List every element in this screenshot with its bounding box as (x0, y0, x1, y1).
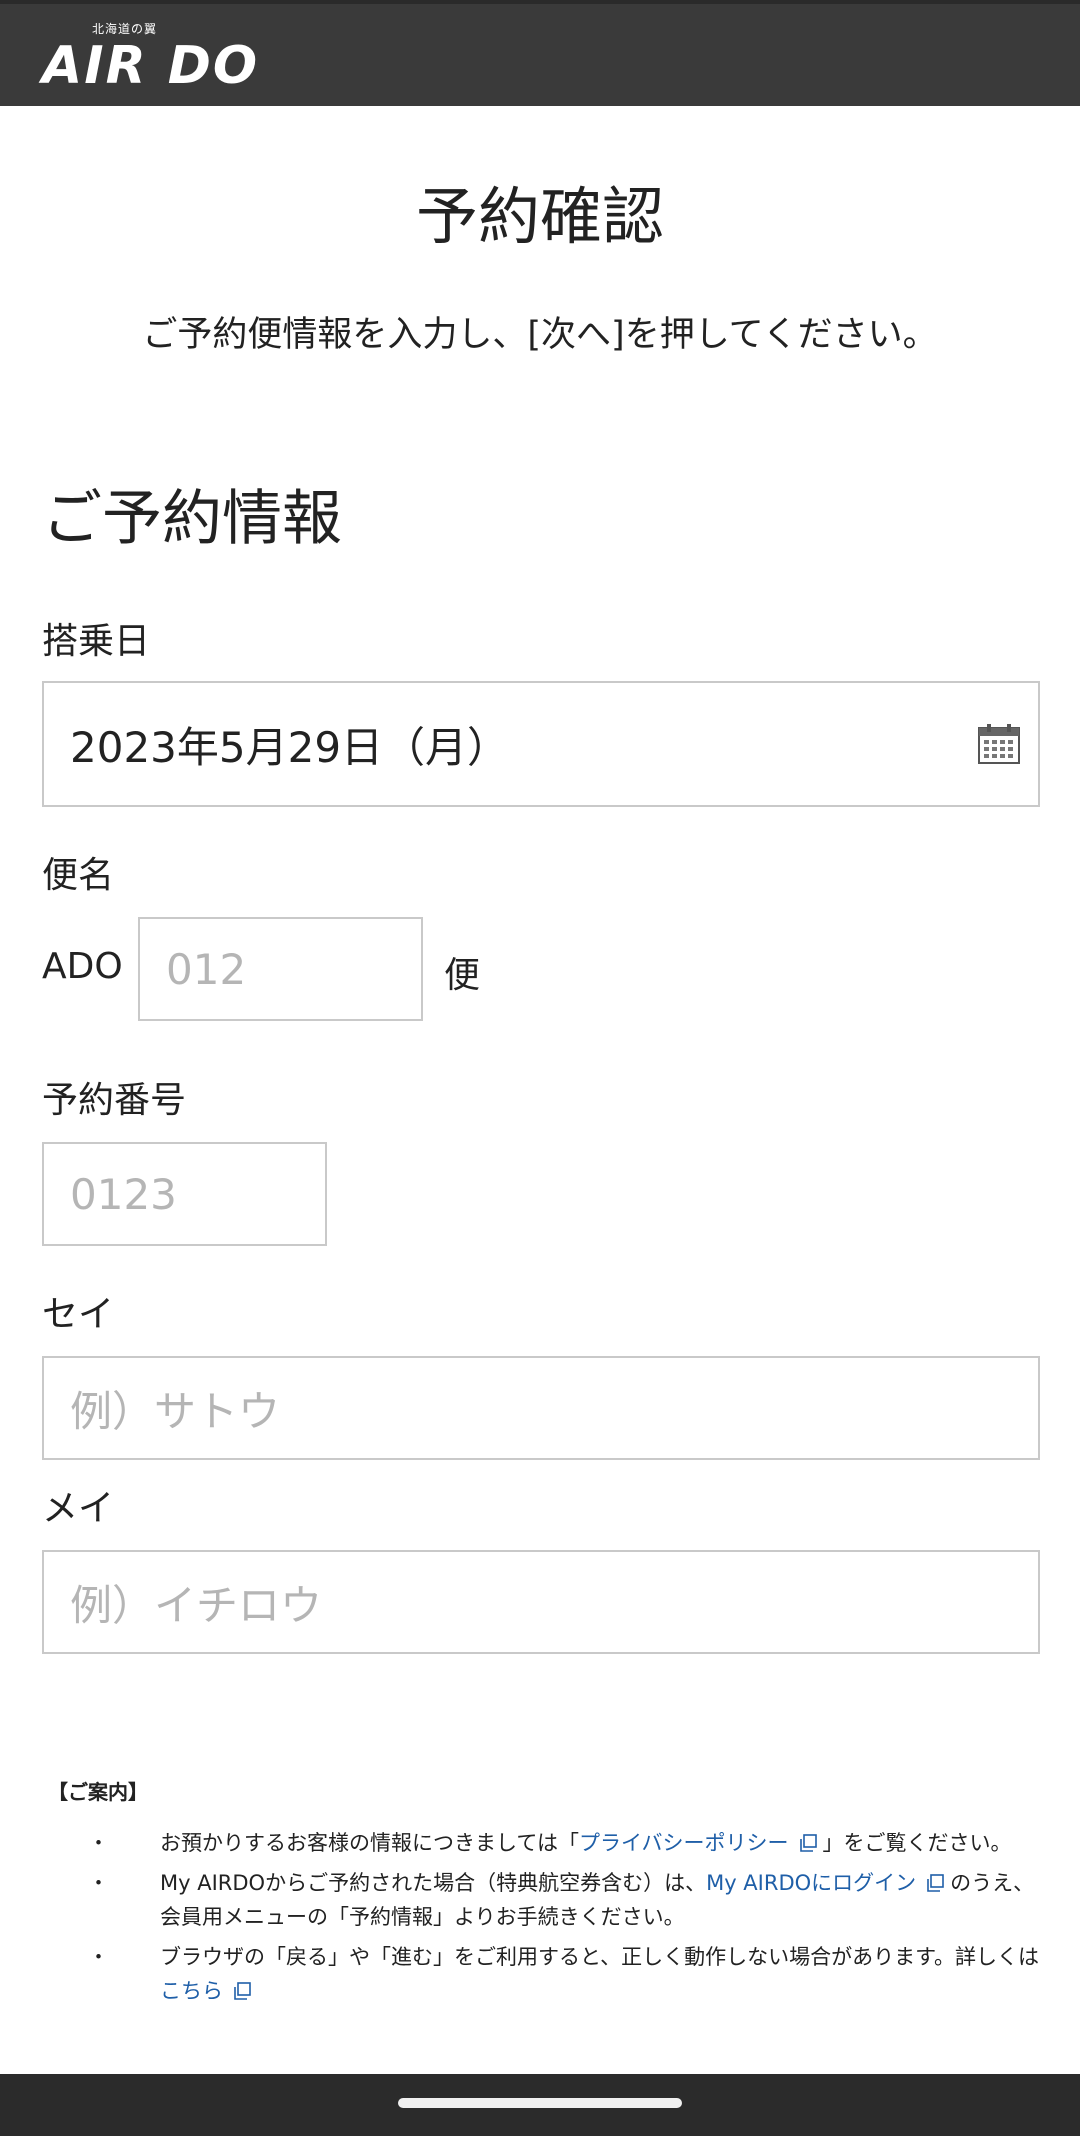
page-title: 予約確認 (415, 180, 664, 253)
reservation-number-placeholder: 0123 (70, 1169, 177, 1219)
bullet: ・ (88, 1945, 109, 1969)
reservation-number-label: 予約番号 (42, 1080, 187, 1121)
notice-text: ブラウザの「戻る」や「進む」をご利用すると、正しく動作しない場合があります。詳し… (160, 1945, 1040, 2003)
privacy-policy-link[interactable]: プライバシーポリシー (579, 1831, 789, 1855)
section-title: ご予約情報 (42, 484, 342, 554)
flight-number-label: 便名 (42, 855, 115, 896)
app-header: 北海道の翼 AIR DO (0, 0, 1080, 106)
bullet: ・ (88, 1831, 109, 1855)
my-airdo-login-link[interactable]: My AIRDOにログイン (706, 1871, 916, 1895)
flight-number-placeholder: 012 (166, 944, 247, 994)
sei-placeholder: 例）サトウ (70, 1386, 281, 1436)
flight-suffix: 便 (444, 955, 481, 996)
notice-title: 【ご案内】 (48, 1780, 148, 1804)
sei-label: セイ (42, 1294, 115, 1335)
external-link-icon (799, 1834, 817, 1852)
home-indicator[interactable] (398, 2098, 682, 2108)
external-link-icon (234, 1982, 251, 2000)
logo-text: AIR DO (42, 36, 260, 96)
mei-input[interactable]: 例）イチロウ (42, 1550, 1040, 1654)
flight-number-input[interactable]: 012 (138, 917, 423, 1021)
instruction-text: ご予約便情報を入力し、[次へ]を押してください。 (142, 315, 938, 355)
mei-label: メイ (42, 1488, 115, 1529)
system-nav-bar (0, 2074, 1080, 2136)
flight-prefix: ADO (42, 946, 123, 987)
boarding-date-label: 搭乗日 (42, 621, 151, 662)
external-link-icon (927, 1874, 944, 1892)
notice-text: My AIRDOからご予約された場合（特典航空券含む）は、My AIRDOにログ… (160, 1871, 1035, 1929)
mei-placeholder: 例）イチロウ (70, 1580, 323, 1630)
notice-text: お預かりするお客様の情報につきましては「プライバシーポリシー 」をご覧ください。 (160, 1831, 1012, 1855)
reservation-number-input[interactable]: 0123 (42, 1142, 327, 1246)
logo-tagline: 北海道の翼 (92, 22, 158, 36)
bullet: ・ (88, 1871, 109, 1895)
boarding-date-value: 2023年5月29日（月） (70, 722, 510, 772)
calendar-icon[interactable] (978, 723, 1020, 765)
boarding-date-field[interactable]: 2023年5月29日（月） (42, 681, 1040, 807)
details-link[interactable]: こちら (160, 1979, 223, 2003)
sei-input[interactable]: 例）サトウ (42, 1356, 1040, 1460)
